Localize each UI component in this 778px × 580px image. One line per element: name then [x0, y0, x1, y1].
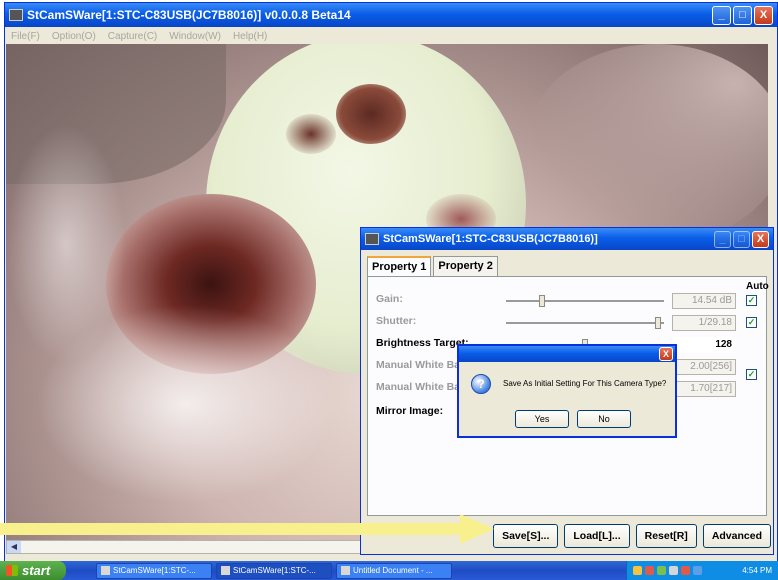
dialog-close-button[interactable]: X	[659, 347, 673, 361]
mirror-image-label: Mirror Image:	[376, 405, 444, 417]
advanced-button[interactable]: Advanced	[702, 524, 771, 548]
white-balance-label-2: Manual White Bal	[376, 381, 463, 393]
white-balance-auto-checkbox[interactable]: ✓	[746, 369, 757, 380]
taskbar-item-3[interactable]: Untitled Document - ...	[336, 562, 452, 579]
tab-property-2[interactable]: Property 2	[433, 256, 498, 276]
gain-slider[interactable]	[506, 295, 664, 307]
settings-titlebar[interactable]: StCamSWare[1:STC-C83USB(JC7B8016)] _ □ X	[361, 228, 773, 250]
tray-icon[interactable]	[633, 566, 642, 575]
dialog-message: Save As Initial Setting For This Camera …	[503, 379, 667, 388]
shutter-slider-thumb[interactable]	[655, 317, 661, 329]
menu-help[interactable]: Help(H)	[233, 31, 267, 42]
shutter-row: Shutter: 1/29.18 ✓	[376, 315, 766, 331]
start-label: start	[22, 563, 51, 578]
auto-column-label: Auto	[746, 281, 769, 292]
auto-header: Auto	[376, 277, 769, 293]
menu-file[interactable]: File(F)	[11, 31, 40, 42]
tray-icon[interactable]	[657, 566, 666, 575]
taskbar-item-label: StCamSWare[1:STC-...	[113, 565, 196, 575]
shutter-label: Shutter:	[376, 315, 417, 327]
clock: 4:54 PM	[742, 566, 772, 575]
tab-strip: Property 1 Property 2	[367, 256, 500, 276]
image-right-shadow	[526, 44, 768, 244]
dialog-titlebar[interactable]: X	[459, 346, 675, 362]
white-balance-value-1: 2.00[256]	[672, 359, 736, 375]
question-icon: ?	[471, 374, 491, 394]
start-button[interactable]: start	[0, 561, 66, 580]
settings-window-title: StCamSWare[1:STC-C83USB(JC7B8016)]	[383, 233, 598, 245]
app-icon	[101, 566, 110, 575]
close-button[interactable]: X	[754, 5, 773, 25]
main-titlebar[interactable]: StCamSWare[1:STC-C83USB(JC7B8016)] v0.0.…	[5, 3, 777, 27]
system-tray: 4:54 PM	[626, 561, 778, 580]
gain-row: Gain: 14.54 dB ✓	[376, 293, 766, 309]
pointer-arrow-icon	[0, 514, 494, 544]
settings-app-icon	[365, 233, 379, 245]
shutter-auto-checkbox[interactable]: ✓	[746, 317, 757, 328]
maximize-button[interactable]: □	[733, 5, 752, 25]
taskbar-item-label: Untitled Document - ...	[353, 565, 433, 575]
arrow-head	[460, 514, 494, 544]
windows-flag-icon	[6, 565, 18, 576]
menubar: File(F) Option(O) Capture(C) Window(W) H…	[5, 27, 777, 45]
menu-option[interactable]: Option(O)	[52, 31, 96, 42]
reset-button[interactable]: Reset[R]	[635, 524, 697, 548]
white-balance-value-2: 1.70[217]	[672, 381, 736, 397]
minimize-button[interactable]: _	[712, 5, 731, 25]
settings-close-button[interactable]: X	[752, 230, 769, 248]
menu-capture[interactable]: Capture(C)	[108, 31, 157, 42]
gain-slider-thumb[interactable]	[539, 295, 545, 307]
menu-window[interactable]: Window(W)	[169, 31, 221, 42]
brightness-label: Brightness Target:	[376, 337, 469, 349]
load-button[interactable]: Load[L]...	[564, 524, 630, 548]
confirm-dialog: X ? Save As Initial Setting For This Cam…	[457, 344, 677, 438]
taskbar: start StCamSWare[1:STC-... StCamSWare[1:…	[0, 561, 778, 580]
gain-auto-checkbox[interactable]: ✓	[746, 295, 757, 306]
taskbar-item-1[interactable]: StCamSWare[1:STC-...	[96, 562, 212, 579]
tray-icon[interactable]	[645, 566, 654, 575]
white-balance-label-1: Manual White Bal	[376, 359, 463, 371]
image-dark-spot	[286, 114, 336, 154]
tab-property-1[interactable]: Property 1	[367, 256, 432, 276]
shutter-slider[interactable]	[506, 317, 664, 329]
taskbar-item-label: StCamSWare[1:STC-...	[233, 565, 316, 575]
image-dark-spot	[336, 84, 406, 144]
taskbar-item-2[interactable]: StCamSWare[1:STC-...	[216, 562, 332, 579]
image-highlight	[6, 124, 126, 364]
arrow-shaft	[0, 523, 462, 535]
tray-icon[interactable]	[693, 566, 702, 575]
shutter-value: 1/29.18	[672, 315, 736, 331]
settings-maximize-button[interactable]: □	[733, 230, 750, 248]
brightness-value[interactable]: 128	[672, 337, 736, 353]
app-icon	[9, 9, 23, 21]
yes-button[interactable]: Yes	[515, 410, 569, 428]
document-icon	[341, 566, 350, 575]
settings-minimize-button[interactable]: _	[714, 230, 731, 248]
no-button[interactable]: No	[577, 410, 631, 428]
tray-icon[interactable]	[681, 566, 690, 575]
save-button[interactable]: Save[S]...	[493, 524, 559, 548]
main-window-title: StCamSWare[1:STC-C83USB(JC7B8016)] v0.0.…	[27, 8, 351, 22]
gain-label: Gain:	[376, 293, 403, 305]
app-icon	[221, 566, 230, 575]
tray-icon[interactable]	[669, 566, 678, 575]
gain-value: 14.54 dB	[672, 293, 736, 309]
